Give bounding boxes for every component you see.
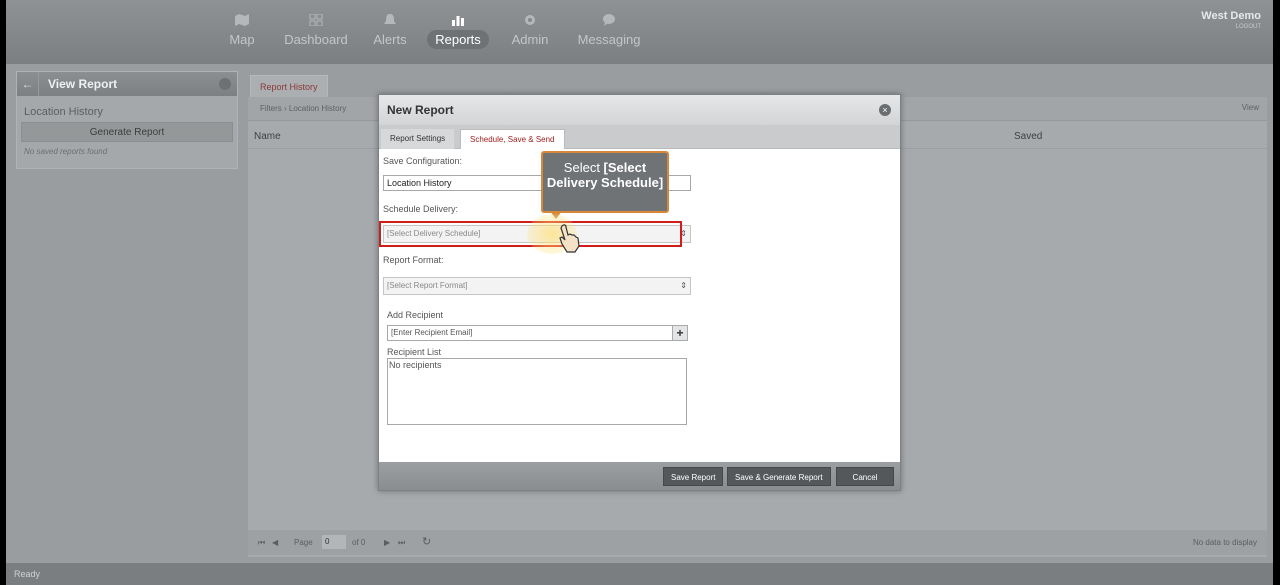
nav-dashboard[interactable]: Dashboard (284, 14, 348, 47)
select-arrow-icon: ⇕ (680, 281, 687, 290)
refresh-icon[interactable]: ↻ (422, 535, 431, 548)
bar-chart-icon (452, 16, 464, 26)
dialog-title: New Report (387, 103, 454, 117)
dialog-header: New Report × (379, 95, 900, 125)
prev-page-icon[interactable]: ◀ (272, 538, 278, 547)
next-page-icon[interactable]: ▶ (384, 538, 390, 547)
tab-report-history[interactable]: Report History (250, 75, 328, 97)
column-name[interactable]: Name (254, 131, 281, 142)
last-page-icon[interactable]: ⏭ (398, 538, 405, 548)
report-format-label: Report Format: (383, 255, 444, 265)
nav-admin[interactable]: Admin (508, 14, 552, 47)
left-panel-title: View Report (48, 77, 118, 91)
user-menu[interactable]: West Demo LOGOUT (1201, 10, 1261, 30)
cancel-button[interactable]: Cancel (836, 467, 894, 486)
chat-icon (603, 14, 615, 26)
save-report-button[interactable]: Save Report (663, 467, 724, 486)
dashboard-icon (309, 14, 323, 26)
generate-report-button[interactable]: Generate Report (21, 122, 233, 142)
dialog-footer: Save Report Save & Generate Report Cance… (379, 462, 900, 490)
page-input[interactable]: 0 (322, 535, 346, 549)
page-of-label: of 0 (352, 538, 366, 547)
report-format-select[interactable]: [Select Report Format] ⇕ (383, 277, 691, 295)
page-label: Page (294, 538, 313, 547)
status-bar: Ready (6, 563, 1273, 585)
options-icon[interactable] (219, 78, 231, 90)
recipient-list[interactable]: No recipients (387, 358, 687, 425)
add-recipient-button[interactable]: + (672, 325, 688, 341)
add-recipient-label: Add Recipient (387, 310, 444, 320)
dialog-tabs: Report Settings Schedule, Save & Send (379, 125, 900, 149)
recipient-list-label: Recipient List (387, 347, 442, 357)
recipient-list-empty: No recipients (389, 360, 442, 370)
hand-cursor-icon (559, 224, 580, 253)
recipient-email-input[interactable]: [Enter Recipient Email] (387, 325, 673, 341)
tab-schedule-save-send[interactable]: Schedule, Save & Send (460, 129, 565, 149)
left-panel-header: ← View Report (17, 72, 237, 96)
view-button[interactable]: View (1242, 103, 1259, 112)
user-name: West Demo (1201, 10, 1261, 22)
filters-breadcrumb[interactable]: Filters › Location History (260, 104, 346, 113)
close-icon[interactable]: × (879, 104, 891, 116)
report-format-value: [Select Report Format] (387, 281, 468, 290)
left-panel: ← View Report Location History Generate … (16, 71, 238, 169)
nav-map[interactable]: Map (228, 14, 256, 47)
bell-icon (384, 14, 396, 24)
first-page-icon[interactable]: ⏮ (258, 538, 265, 548)
gear-icon (525, 15, 535, 25)
empty-saved-reports: No saved reports found (24, 147, 108, 156)
top-nav: Map Dashboard Alerts Reports Admin Messa… (6, 0, 1273, 64)
tutorial-callout: Select [Select Delivery Schedule] (541, 151, 669, 213)
save-generate-report-button[interactable]: Save & Generate Report (727, 467, 831, 486)
pager: ⏮ ◀ Page 0 of 0 ▶ ⏭ ↻ No data to display (248, 529, 1267, 555)
nav-reports[interactable]: Reports (426, 14, 490, 49)
nav-messaging[interactable]: Messaging (576, 14, 642, 47)
back-arrow-icon[interactable]: ← (17, 72, 39, 96)
report-type-label: Location History (24, 106, 103, 118)
logout-link[interactable]: LOGOUT (1201, 24, 1261, 30)
save-configuration-label: Save Configuration: (383, 156, 463, 166)
callout-prefix: Select (563, 160, 604, 175)
schedule-delivery-label: Schedule Delivery: (383, 204, 459, 214)
tab-report-settings[interactable]: Report Settings (381, 129, 455, 149)
no-data-text: No data to display (1192, 538, 1257, 547)
map-icon (235, 14, 249, 26)
nav-alerts[interactable]: Alerts (372, 14, 408, 47)
column-saved[interactable]: Saved (1014, 131, 1042, 142)
